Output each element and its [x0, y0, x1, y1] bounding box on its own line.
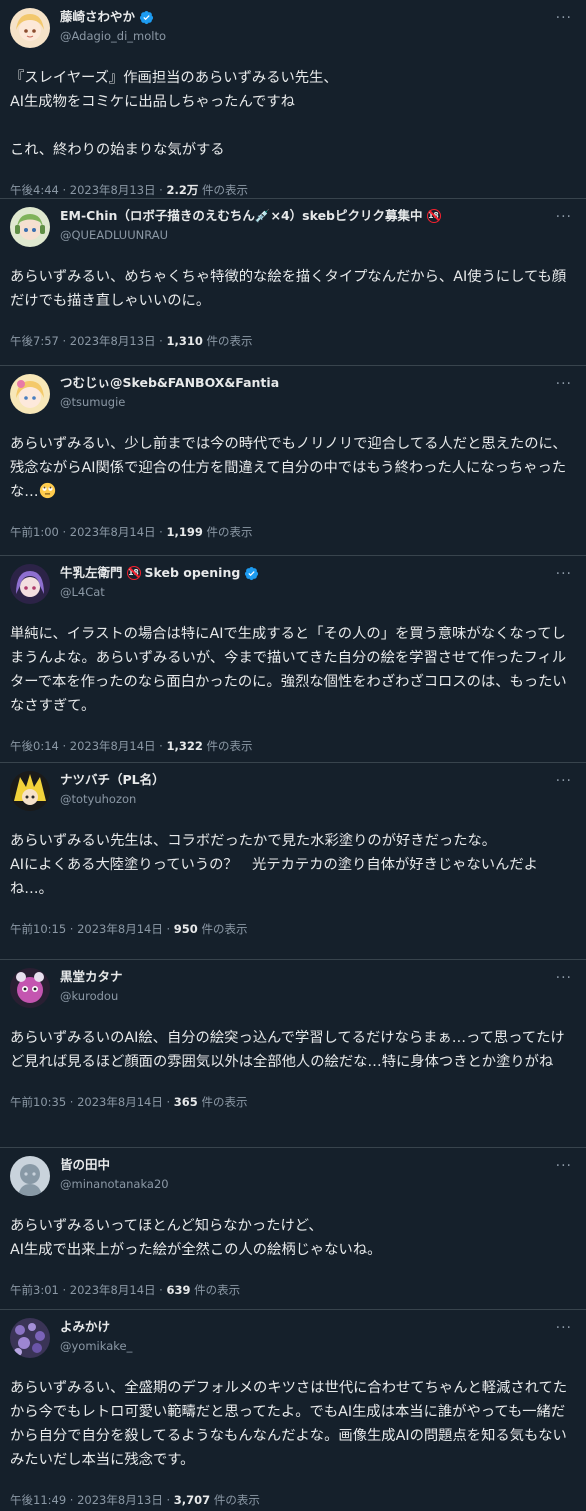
- tweet-text: あらいずみるいのAI絵、自分の絵突っ込んで学習してるだけならまぁ…って思ってたけ…: [10, 1030, 565, 1070]
- view-count: 1,199: [166, 525, 203, 539]
- tweet-meta: 午後11:49 · 2023年8月13日 · 3,707 件の表示: [10, 1493, 260, 1507]
- tweet[interactable]: よみかけ @yomikake_ ··· あらいずみるい、全盛期のデフォルメのキツ…: [0, 1310, 586, 1511]
- more-options-icon[interactable]: ···: [556, 566, 572, 582]
- timestamp[interactable]: 午前10:15 · 2023年8月14日: [10, 922, 163, 936]
- purple-creature-avatar[interactable]: [10, 968, 50, 1008]
- display-name[interactable]: 黒堂カタナ: [60, 968, 123, 986]
- display-name[interactable]: 藤崎さわやか: [60, 8, 135, 26]
- tweet[interactable]: 黒堂カタナ @kurodou ··· あらいずみるいのAI絵、自分の絵突っ込んで…: [0, 960, 586, 1148]
- views-label: 件の表示: [197, 1095, 248, 1109]
- views-label: 件の表示: [202, 739, 253, 753]
- view-count: 2.2万: [166, 183, 199, 197]
- more-options-icon[interactable]: ···: [556, 773, 572, 789]
- more-options-icon[interactable]: ···: [556, 10, 572, 26]
- tweet-text: 『スレイヤーズ』作画担当のあらいずみるい先生、 AI生成物をコミケに出品しちゃっ…: [10, 70, 338, 158]
- tweet[interactable]: EM-Chin（ロボ子描きのえむちん💉×4）skebピクリク募集中 18 @QU…: [0, 199, 586, 366]
- user-handle[interactable]: @Adagio_di_molto: [60, 27, 536, 45]
- display-name[interactable]: EM-Chin（ロボ子描きのえむちん💉×4）skebピクリク募集中: [60, 207, 423, 225]
- more-options-icon[interactable]: ···: [556, 970, 572, 986]
- view-count: 1,310: [166, 334, 203, 348]
- tweet-text: あらいずみるい、少し前までは今の時代でもノリノリで迎合してる人だと思えたのに、残…: [10, 432, 576, 504]
- user-handle[interactable]: @tsumugie: [60, 393, 536, 411]
- timestamp[interactable]: 午後7:57 · 2023年8月13日: [10, 334, 156, 348]
- tweet-meta: 午前10:15 · 2023年8月14日 · 950 件の表示: [10, 922, 248, 936]
- timestamp[interactable]: 午後0:14 · 2023年8月14日: [10, 739, 156, 753]
- timestamp[interactable]: 午後4:44 · 2023年8月13日: [10, 183, 156, 197]
- tweet-text: あらいずみるい、全盛期のデフォルメのキツさは世代に合わせてちゃんと軽減されてたか…: [10, 1380, 568, 1468]
- views-label: 件の表示: [202, 525, 253, 539]
- user-handle[interactable]: @L4Cat: [60, 583, 536, 601]
- display-name[interactable]: ナツバチ（PL名）: [60, 771, 165, 789]
- view-count: 1,322: [166, 739, 203, 753]
- verified-badge-icon: [245, 566, 259, 580]
- more-options-icon[interactable]: ···: [556, 1320, 572, 1336]
- timestamp[interactable]: 午前10:35 · 2023年8月14日: [10, 1095, 163, 1109]
- views-label: 件の表示: [202, 334, 253, 348]
- timestamp[interactable]: 午後11:49 · 2023年8月13日: [10, 1493, 163, 1507]
- timestamp[interactable]: 午前1:00 · 2023年8月14日: [10, 525, 156, 539]
- views-label: 件の表示: [210, 1493, 260, 1507]
- view-count: 639: [166, 1283, 191, 1297]
- anime-girl-pink-hair-avatar[interactable]: [10, 374, 50, 414]
- view-count: 3,707: [173, 1493, 211, 1507]
- view-count: 950: [173, 922, 198, 936]
- more-options-icon[interactable]: ···: [556, 209, 572, 225]
- display-name-suffix[interactable]: Skeb opening: [145, 564, 241, 582]
- views-label: 件の表示: [197, 922, 248, 936]
- display-name[interactable]: よみかけ: [60, 1318, 110, 1336]
- reply-feed: 藤崎さわやか @Adagio_di_molto ··· 『スレイヤーズ』作画担当…: [0, 0, 586, 1511]
- tweet-meta: 午後0:14 · 2023年8月14日 · 1,322 件の表示: [10, 739, 253, 753]
- default-user-avatar[interactable]: [10, 1156, 50, 1196]
- more-options-icon[interactable]: ···: [556, 376, 572, 392]
- views-label: 件の表示: [190, 1283, 241, 1297]
- tweet-meta: 午後4:44 · 2023年8月13日 · 2.2万 件の表示: [10, 183, 249, 197]
- tweet[interactable]: 皆の田中 @minanotanaka20 ··· あらいずみるいってほとんど知ら…: [0, 1148, 586, 1310]
- tweet-meta: 午前3:01 · 2023年8月14日 · 639 件の表示: [10, 1283, 241, 1297]
- tweet-meta: 午後7:57 · 2023年8月13日 · 1,310 件の表示: [10, 334, 253, 348]
- tweet-text: 単純に、イラストの場合は特にAIで生成すると「その人の」を買う意味がなくなってし…: [10, 626, 567, 714]
- tweet-text: あらいずみるい、めちゃくちゃ特徴的な絵を描くタイプなんだから、AI使うにしても顔…: [10, 269, 567, 309]
- r18-badge-icon: 18: [426, 209, 441, 223]
- user-handle[interactable]: @kurodou: [60, 987, 536, 1005]
- tweet-meta: 午前10:35 · 2023年8月14日 · 365 件の表示: [10, 1095, 248, 1109]
- user-handle[interactable]: @totyuhozon: [60, 790, 536, 808]
- yellow-hair-character-avatar[interactable]: [10, 771, 50, 811]
- tweet-text: あらいずみるいってほとんど知らなかったけど、 AI生成で出来上がった絵が全然この…: [10, 1218, 382, 1258]
- tweet-text: あらいずみるい先生は、コラボだったかで見た水彩塗りのが好きだったな。 AIによく…: [10, 833, 538, 897]
- display-name[interactable]: 牛乳左衛門: [60, 564, 123, 582]
- robot-girl-avatar[interactable]: [10, 207, 50, 247]
- verified-badge-icon: [139, 10, 154, 24]
- tweet[interactable]: つむじぃ@Skeb&FANBOX&Fantia @tsumugie ··· あら…: [0, 366, 586, 556]
- display-name[interactable]: 皆の田中: [60, 1156, 110, 1174]
- timestamp[interactable]: 午前3:01 · 2023年8月14日: [10, 1283, 156, 1297]
- view-count: 365: [173, 1095, 198, 1109]
- views-label: 件の表示: [198, 183, 249, 197]
- tweet-meta: 午前1:00 · 2023年8月14日 · 1,199 件の表示: [10, 525, 253, 539]
- rolling-eyes-emoji-icon: [39, 482, 55, 499]
- user-handle[interactable]: @QUEADLUUNRAU: [60, 226, 536, 244]
- lavender-flowers-avatar[interactable]: [10, 1318, 50, 1358]
- tweet[interactable]: 牛乳左衛門 18 Skeb opening @L4Cat ··· 単純に、イラス…: [0, 556, 586, 763]
- purple-hair-girl-avatar[interactable]: [10, 564, 50, 604]
- tweet[interactable]: 藤崎さわやか @Adagio_di_molto ··· 『スレイヤーズ』作画担当…: [0, 0, 586, 199]
- user-handle[interactable]: @minanotanaka20: [60, 1175, 536, 1193]
- display-name[interactable]: つむじぃ@Skeb&FANBOX&Fantia: [60, 374, 279, 392]
- r18-badge-icon: 18: [126, 566, 141, 580]
- anime-girl-blonde-avatar[interactable]: [10, 8, 50, 48]
- more-options-icon[interactable]: ···: [556, 1158, 572, 1174]
- user-handle[interactable]: @yomikake_: [60, 1337, 536, 1355]
- tweet-text-content: あらいずみるい、少し前までは今の時代でもノリノリで迎合してる人だと思えたのに、残…: [10, 436, 567, 500]
- tweet[interactable]: ナツバチ（PL名） @totyuhozon ··· あらいずみるい先生は、コラボ…: [0, 763, 586, 960]
